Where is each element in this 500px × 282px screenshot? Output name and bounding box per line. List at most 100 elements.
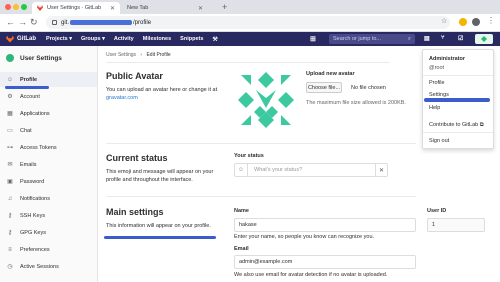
sidebar-item-label: GPG Keys xyxy=(20,229,46,236)
name-input[interactable]: hakase xyxy=(234,218,416,232)
gpg-key-icon: ⚷ xyxy=(7,230,13,236)
tab-user-settings[interactable]: User Settings · GitLab ✕ xyxy=(32,2,120,14)
reload-icon[interactable]: ↻ xyxy=(30,17,38,27)
breadcrumb-separator: › xyxy=(140,52,143,58)
sidebar-item-applications[interactable]: ▦ Applications xyxy=(0,106,97,121)
status-placeholder: What's your status? xyxy=(254,167,303,173)
url-prefix: git. xyxy=(61,19,70,26)
sidebar-item-label: SSH Keys xyxy=(20,212,46,219)
sidebar-item-emails[interactable]: ✉ Emails xyxy=(0,157,97,172)
address-bar-row: ← → ↻ git. /profile xyxy=(0,14,500,32)
sidebar-item-access-tokens[interactable]: ⊶ Access Tokens xyxy=(0,140,97,155)
nav-projects[interactable]: Projects ▾ xyxy=(46,36,72,42)
status-input[interactable]: ☺ What's your status? ✕ xyxy=(234,163,388,177)
public-avatar-desc: You can upload an avatar here or change … xyxy=(106,87,218,101)
divider xyxy=(106,143,416,144)
preferences-icon: ≡ xyxy=(8,246,12,253)
email-icon: ✉ xyxy=(7,162,13,168)
avatar xyxy=(6,54,14,62)
divider xyxy=(106,196,416,197)
key-icon: ⚷ xyxy=(7,213,13,219)
nav-groups[interactable]: Groups ▾ xyxy=(81,36,105,42)
close-tab-icon[interactable]: ✕ xyxy=(198,5,203,12)
sidebar-item-gpg-keys[interactable]: ⚷ GPG Keys xyxy=(0,225,97,240)
sidebar-item-preferences[interactable]: ≡ Preferences xyxy=(0,242,97,257)
back-icon[interactable]: ← xyxy=(6,17,15,27)
divider xyxy=(423,75,493,76)
sidebar-item-label: Emails xyxy=(20,161,37,168)
merge-requests-icon[interactable]: ⑂ xyxy=(441,35,445,41)
sidebar-item-password[interactable]: ▣ Password xyxy=(0,174,97,189)
forward-icon[interactable]: → xyxy=(18,17,27,27)
current-status-title: Current status xyxy=(106,153,168,163)
dropdown-username: @root xyxy=(429,65,445,71)
sidebar-item-ssh-keys[interactable]: ⚷ SSH Keys xyxy=(0,208,97,223)
breadcrumb-current: Edit Profile xyxy=(146,52,171,58)
minimize-window-button[interactable] xyxy=(13,4,19,10)
sidebar-item-chat[interactable]: ▭ Chat xyxy=(0,123,97,138)
no-file-chosen-text: No file chosen xyxy=(351,85,386,91)
account-icon: ⚙ xyxy=(7,94,13,100)
settings-sidebar: User Settings ☺ Profile ⚙ Account ▦ Applicati… xyxy=(0,46,98,282)
lock-icon: ▣ xyxy=(7,179,13,185)
tab-title: User Settings · GitLab xyxy=(47,5,102,11)
highlight-underline xyxy=(424,98,490,102)
new-tab-button[interactable]: + xyxy=(222,2,227,12)
name-hint: Enter your name, so people you know can … xyxy=(234,234,375,240)
email-hint: We also use email for avatar detection i… xyxy=(234,272,388,278)
admin-area-wrench-icon[interactable]: ⚒ xyxy=(212,36,217,43)
gitlab-brand[interactable]: GitLab xyxy=(17,36,36,42)
user-avatar-menu[interactable] xyxy=(475,34,493,44)
sidebar-item-label: Chat xyxy=(20,127,32,134)
dropdown-item-help[interactable]: Help xyxy=(429,105,440,111)
email-input[interactable]: admin@example.com xyxy=(234,255,416,269)
bell-icon: ♫ xyxy=(7,195,13,202)
sessions-icon: ◷ xyxy=(7,264,13,270)
sidebar-item-notifications[interactable]: ♫ Notifications xyxy=(0,191,97,206)
maximize-window-button[interactable] xyxy=(21,4,27,10)
user-id-field: 1 xyxy=(427,218,485,232)
bookmark-star-icon[interactable]: ☆ xyxy=(441,17,447,25)
chat-icon: ▭ xyxy=(7,128,13,134)
user-id-label: User ID xyxy=(427,208,447,214)
gravatar-link[interactable]: gravatar.com xyxy=(106,95,138,101)
highlight-underline xyxy=(5,86,49,89)
extension-icon[interactable] xyxy=(459,18,467,26)
dropdown-item-profile[interactable]: Profile xyxy=(429,80,445,86)
nav-snippets[interactable]: Snippets xyxy=(180,36,203,42)
issues-icon[interactable]: ▤ xyxy=(424,35,430,42)
breadcrumb-parent[interactable]: User Settings xyxy=(106,52,136,58)
dropdown-item-contribute[interactable]: Contribute to GitLab ⧉ xyxy=(429,122,484,129)
close-tab-icon[interactable]: ✕ xyxy=(110,5,115,12)
profile-icon[interactable] xyxy=(472,18,480,26)
applications-icon: ▦ xyxy=(7,111,13,117)
tab-new-tab[interactable]: New Tab ✕ xyxy=(122,2,208,14)
browser-menu-icon[interactable]: ⋮ xyxy=(487,16,495,25)
clear-status-icon[interactable]: ✕ xyxy=(375,164,387,176)
avatar-identicon-image xyxy=(238,72,294,128)
sidebar-item-account[interactable]: ⚙ Account xyxy=(0,89,97,104)
todos-icon[interactable]: ☑ xyxy=(458,35,463,42)
search-icon: ⌕ xyxy=(407,36,411,42)
divider xyxy=(106,62,390,63)
person-icon: ☺ xyxy=(6,76,14,83)
sidebar-header[interactable]: User Settings xyxy=(6,54,62,62)
url-input[interactable]: git. /profile xyxy=(46,16,450,29)
new-item-plus-icon[interactable]: ⊞ xyxy=(310,35,316,43)
nav-activity[interactable]: Activity xyxy=(114,36,134,42)
search-input[interactable]: Search or jump to... ⌕ xyxy=(329,34,415,44)
sidebar-item-active-sessions[interactable]: ◷ Active Sessions xyxy=(0,259,97,274)
gitlab-favicon-icon xyxy=(37,5,43,11)
nav-milestones[interactable]: Milestones xyxy=(143,36,171,42)
your-status-label: Your status xyxy=(234,153,264,159)
dropdown-item-sign-out[interactable]: Sign out xyxy=(429,138,449,144)
sidebar-item-label: Applications xyxy=(20,110,50,117)
emoji-picker-icon[interactable]: ☺ xyxy=(235,164,248,176)
choose-file-button[interactable]: Choose file... xyxy=(306,82,342,93)
sidebar-item-label: Preferences xyxy=(20,246,50,253)
close-window-button[interactable] xyxy=(5,4,11,10)
gitlab-logo-icon[interactable] xyxy=(6,35,14,43)
avatar-identicon-icon xyxy=(481,36,487,42)
dropdown-user-name: Administrator xyxy=(429,56,466,62)
sidebar-item-profile[interactable]: ☺ Profile xyxy=(0,72,97,87)
